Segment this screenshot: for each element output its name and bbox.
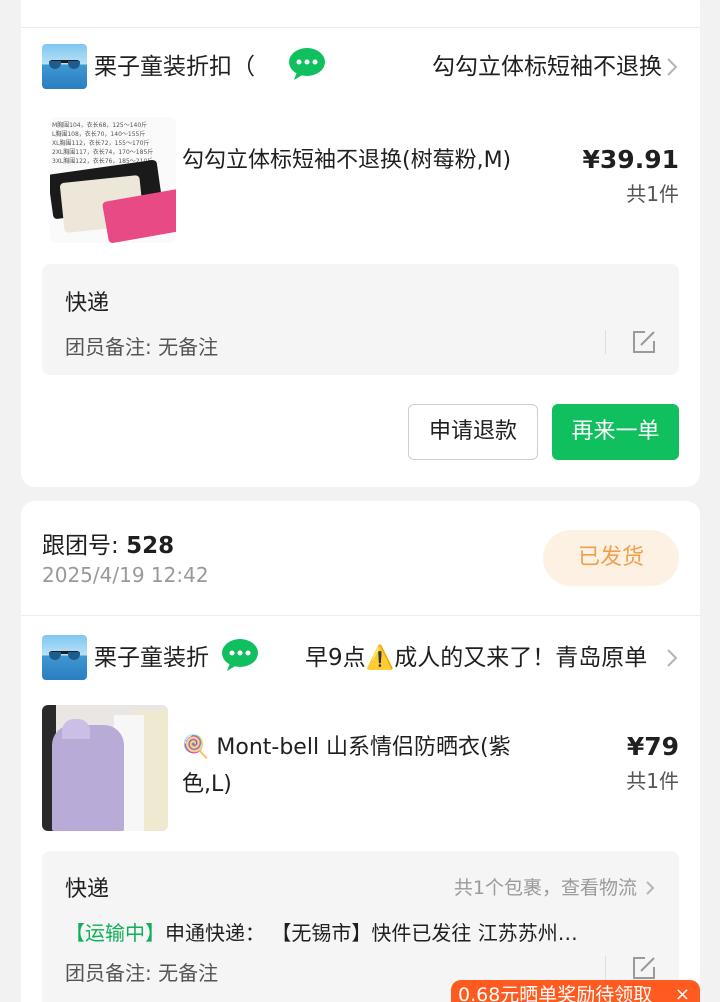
shop-avatar — [42, 44, 87, 89]
order-number: 跟团号: 528 — [42, 526, 174, 560]
product-title[interactable]: 勾勾立体标短袖不退换(树莓粉,M) — [182, 142, 512, 179]
member-note: 团员备注: 无备注 — [65, 961, 219, 985]
product-title[interactable]: 🍭 Mont-bell 山系情侣防晒衣(紫色,L) — [182, 729, 512, 803]
reward-banner[interactable]: 0.68元晒单奖励待领取 × — [451, 980, 700, 1002]
delivery-info: 快递 团员备注: 无备注 — [42, 264, 679, 375]
view-logistics-label: 共1个包裹，查看物流 — [453, 877, 637, 899]
divider — [21, 27, 700, 28]
order-card: 跟团号: 528 2025/4/19 12:42 已发货 栗子童装折 早9点⚠️… — [21, 501, 700, 1002]
product-quantity: 共1件 — [626, 769, 679, 793]
shop-row[interactable]: 栗子童装折扣（ 勾勾立体标短袖不退换 — [21, 37, 700, 97]
tracking-detail: 申通快递： 【无锡市】快件已发往 江苏苏州… — [165, 921, 578, 945]
shop-name[interactable]: 栗子童装折扣（ — [94, 49, 274, 85]
delivery-method: 快递 — [65, 877, 110, 902]
shop-link[interactable]: 勾勾立体标短袖不退换 — [410, 49, 662, 85]
edit-icon[interactable] — [630, 954, 658, 982]
member-note: 团员备注: 无备注 — [65, 335, 219, 359]
order-number-label: 跟团号: — [42, 533, 119, 559]
product-thumbnail[interactable] — [42, 705, 168, 831]
chevron-right-icon — [646, 881, 655, 895]
tracking-status[interactable]: 【运输中】申通快递： 【无锡市】快件已发往 江苏苏州… — [65, 917, 655, 946]
view-logistics-link[interactable]: 共1个包裹，查看物流 — [454, 873, 655, 900]
product-quantity: 共1件 — [626, 182, 679, 206]
edit-icon[interactable] — [630, 328, 658, 356]
shop-row[interactable]: 栗子童装折 早9点⚠️成人的又来了！青岛原单 — [21, 628, 700, 688]
order-number-value: 528 — [126, 533, 175, 559]
divider — [21, 615, 700, 616]
chat-icon[interactable] — [287, 47, 327, 81]
chat-icon[interactable] — [220, 638, 260, 672]
divider — [605, 330, 606, 354]
shop-link[interactable]: 早9点⚠️成人的又来了！青岛原单 — [305, 640, 662, 676]
chevron-right-icon — [667, 649, 678, 667]
close-icon[interactable]: × — [675, 980, 690, 1002]
divider — [605, 956, 606, 980]
reward-banner-text: 0.68元晒单奖励待领取 — [458, 984, 653, 1002]
shop-avatar — [42, 635, 87, 680]
delivery-method: 快递 — [65, 291, 110, 316]
status-badge: 已发货 — [543, 530, 679, 586]
refund-button[interactable]: 申请退款 — [408, 404, 538, 460]
order-card: 栗子童装折扣（ 勾勾立体标短袖不退换 M胸围104，衣长68，125～140斤 … — [21, 0, 700, 487]
order-time: 2025/4/19 12:42 — [42, 563, 209, 587]
product-price: ¥39.91 — [582, 145, 679, 174]
shop-name[interactable]: 栗子童装折 — [94, 640, 209, 676]
tracking-status-tag: 【运输中】 — [65, 921, 165, 945]
product-price: ¥79 — [626, 732, 679, 761]
reorder-button[interactable]: 再来一单 — [552, 404, 679, 460]
chevron-right-icon — [667, 58, 678, 76]
product-thumbnail[interactable]: M胸围104，衣长68，125～140斤 L胸围108，衣长70，140～155… — [50, 117, 176, 243]
